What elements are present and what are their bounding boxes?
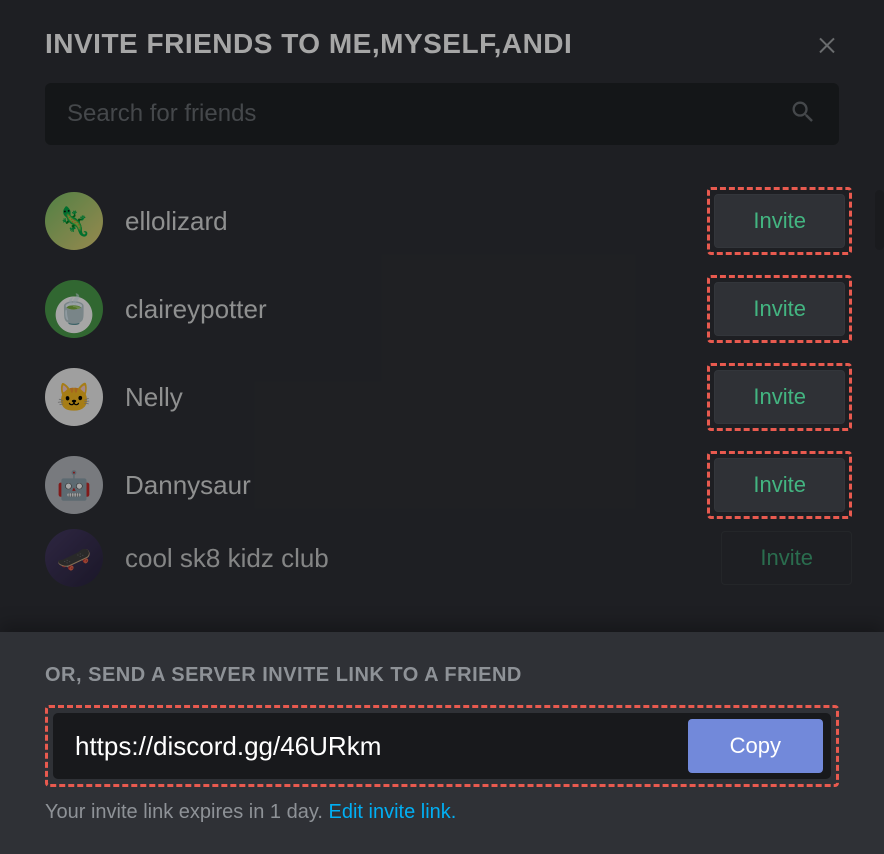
invite-button[interactable]: Invite (714, 458, 845, 512)
search-input[interactable] (67, 100, 789, 128)
friend-name: claireypotter (125, 294, 707, 325)
expiry-note: Your invite link expires in 1 day. Edit … (45, 801, 839, 824)
expiry-text: Your invite link expires in 1 day. (45, 801, 329, 823)
scrollbar-thumb[interactable] (875, 190, 884, 250)
search-container (0, 73, 884, 165)
highlight-box: Copy (45, 705, 839, 787)
search-icon (789, 98, 817, 131)
friend-row: 🦎 ellolizard Invite (45, 177, 852, 265)
invite-link-box: Copy (53, 713, 831, 779)
avatar: 🤖 (45, 456, 103, 514)
friends-list[interactable]: 🦎 ellolizard Invite 🍵 claireypotter Invi… (0, 165, 884, 632)
highlight-box: Invite (707, 275, 852, 343)
invite-modal: INVITE FRIENDS TO ME,MYSELF,ANDI 🦎 ellol… (0, 0, 884, 854)
avatar: 🍵 (45, 280, 103, 338)
friend-row: 🤖 Dannysaur Invite (45, 441, 852, 529)
highlight-box: Invite (707, 187, 852, 255)
friend-name: ellolizard (125, 206, 707, 237)
friend-row: 🐱 Nelly Invite (45, 353, 852, 441)
invite-button[interactable]: Invite (714, 370, 845, 424)
edit-invite-link[interactable]: Edit invite link. (329, 801, 457, 823)
invite-button[interactable]: Invite (714, 282, 845, 336)
modal-footer: OR, SEND A SERVER INVITE LINK TO A FRIEN… (0, 632, 884, 854)
invite-button[interactable]: Invite (714, 194, 845, 248)
friend-row: 🍵 claireypotter Invite (45, 265, 852, 353)
invite-link-input[interactable] (75, 731, 688, 762)
highlight-box: Invite (707, 363, 852, 431)
modal-header: INVITE FRIENDS TO ME,MYSELF,ANDI (0, 0, 884, 73)
close-button[interactable] (815, 32, 839, 61)
friend-name: cool sk8 kidz club (125, 543, 721, 574)
friend-name: Nelly (125, 382, 707, 413)
invite-button[interactable]: Invite (721, 531, 852, 585)
avatar: 🐱 (45, 368, 103, 426)
close-icon (815, 32, 839, 56)
modal-title: INVITE FRIENDS TO ME,MYSELF,ANDI (45, 28, 572, 60)
friend-name: Dannysaur (125, 470, 707, 501)
avatar: 🦎 (45, 192, 103, 250)
highlight-box: Invite (707, 451, 852, 519)
footer-title: OR, SEND A SERVER INVITE LINK TO A FRIEN… (45, 664, 839, 687)
invite-button-container: Invite (721, 531, 852, 585)
search-box[interactable] (45, 83, 839, 145)
copy-button[interactable]: Copy (688, 719, 823, 773)
friend-row: 🛹 cool sk8 kidz club Invite (45, 529, 852, 617)
avatar: 🛹 (45, 529, 103, 587)
